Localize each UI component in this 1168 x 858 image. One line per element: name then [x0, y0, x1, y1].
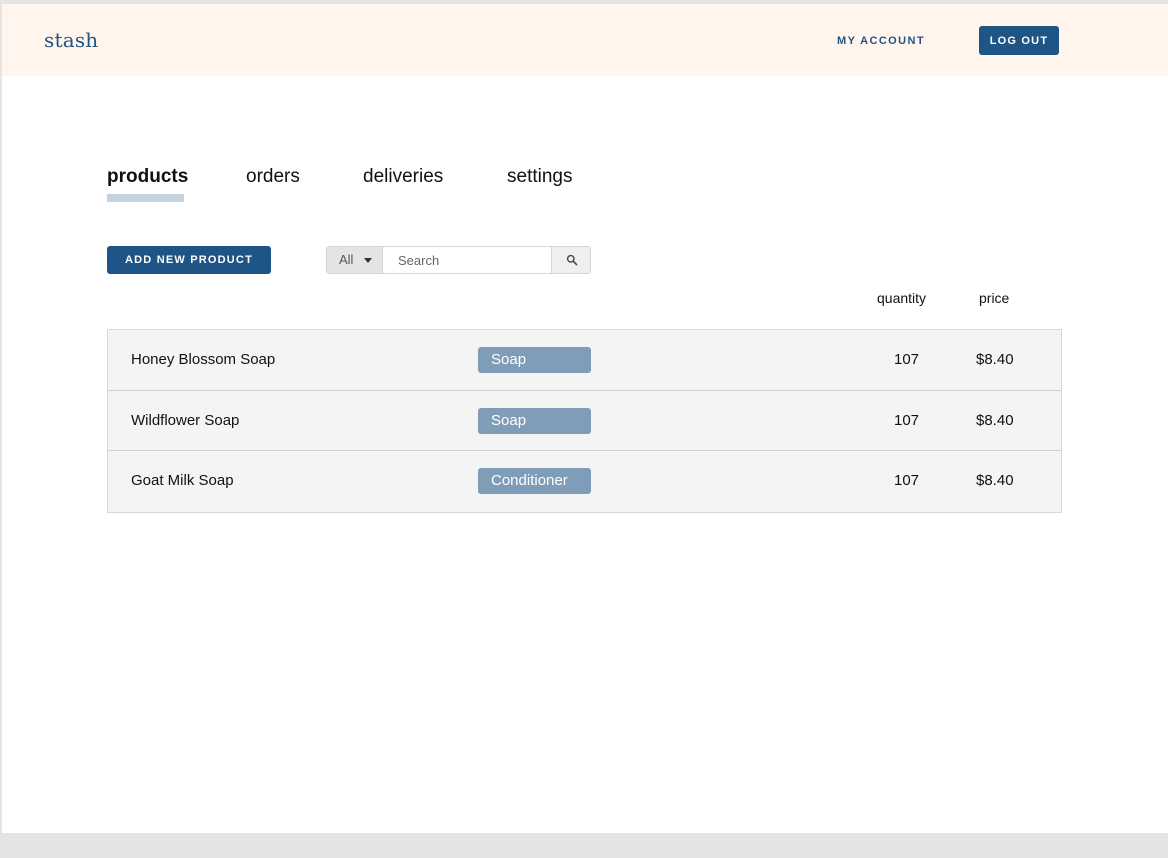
product-price: $8.40: [976, 472, 1014, 489]
logout-button[interactable]: LOG OUT: [979, 26, 1059, 55]
caret-down-icon: [364, 258, 372, 263]
product-price: $8.40: [976, 412, 1014, 429]
filter-selected-value: All: [339, 252, 354, 267]
product-quantity: 107: [894, 472, 920, 489]
tab-orders[interactable]: orders: [246, 166, 300, 188]
table-row[interactable]: Wildflower Soap Soap 107 $8.40: [108, 391, 1061, 451]
category-tag: Conditioner: [478, 468, 591, 494]
search-input[interactable]: [383, 247, 551, 273]
column-header-quantity: quantity: [877, 290, 927, 306]
app-window: stash MY ACCOUNT LOG OUT products orders…: [2, 4, 1168, 833]
product-price: $8.40: [976, 351, 1014, 368]
products-table: Honey Blossom Soap Soap 107 $8.40 Wildfl…: [107, 329, 1062, 513]
table-row[interactable]: Goat Milk Soap Conditioner 107 $8.40: [108, 451, 1061, 512]
search-bar: All: [326, 246, 591, 274]
top-header: stash MY ACCOUNT LOG OUT: [2, 4, 1168, 76]
search-button[interactable]: [551, 247, 590, 273]
my-account-link[interactable]: MY ACCOUNT: [837, 35, 925, 47]
product-name: Honey Blossom Soap: [131, 351, 276, 368]
product-quantity: 107: [894, 412, 920, 429]
product-quantity: 107: [894, 351, 920, 368]
tab-deliveries[interactable]: deliveries: [363, 166, 443, 188]
brand-logo[interactable]: stash: [44, 28, 98, 52]
search-icon: [566, 254, 578, 266]
tab-settings[interactable]: settings: [507, 166, 572, 188]
product-name: Goat Milk Soap: [131, 472, 234, 489]
tab-products[interactable]: products: [107, 166, 188, 188]
category-tag: Soap: [478, 408, 591, 434]
add-new-product-button[interactable]: ADD NEW PRODUCT: [107, 246, 271, 274]
category-tag: Soap: [478, 347, 591, 373]
column-header-price: price: [979, 290, 1010, 306]
category-filter-select[interactable]: All: [327, 247, 383, 273]
product-name: Wildflower Soap: [131, 412, 240, 429]
active-tab-indicator: [107, 194, 184, 202]
table-row[interactable]: Honey Blossom Soap Soap 107 $8.40: [108, 330, 1061, 391]
